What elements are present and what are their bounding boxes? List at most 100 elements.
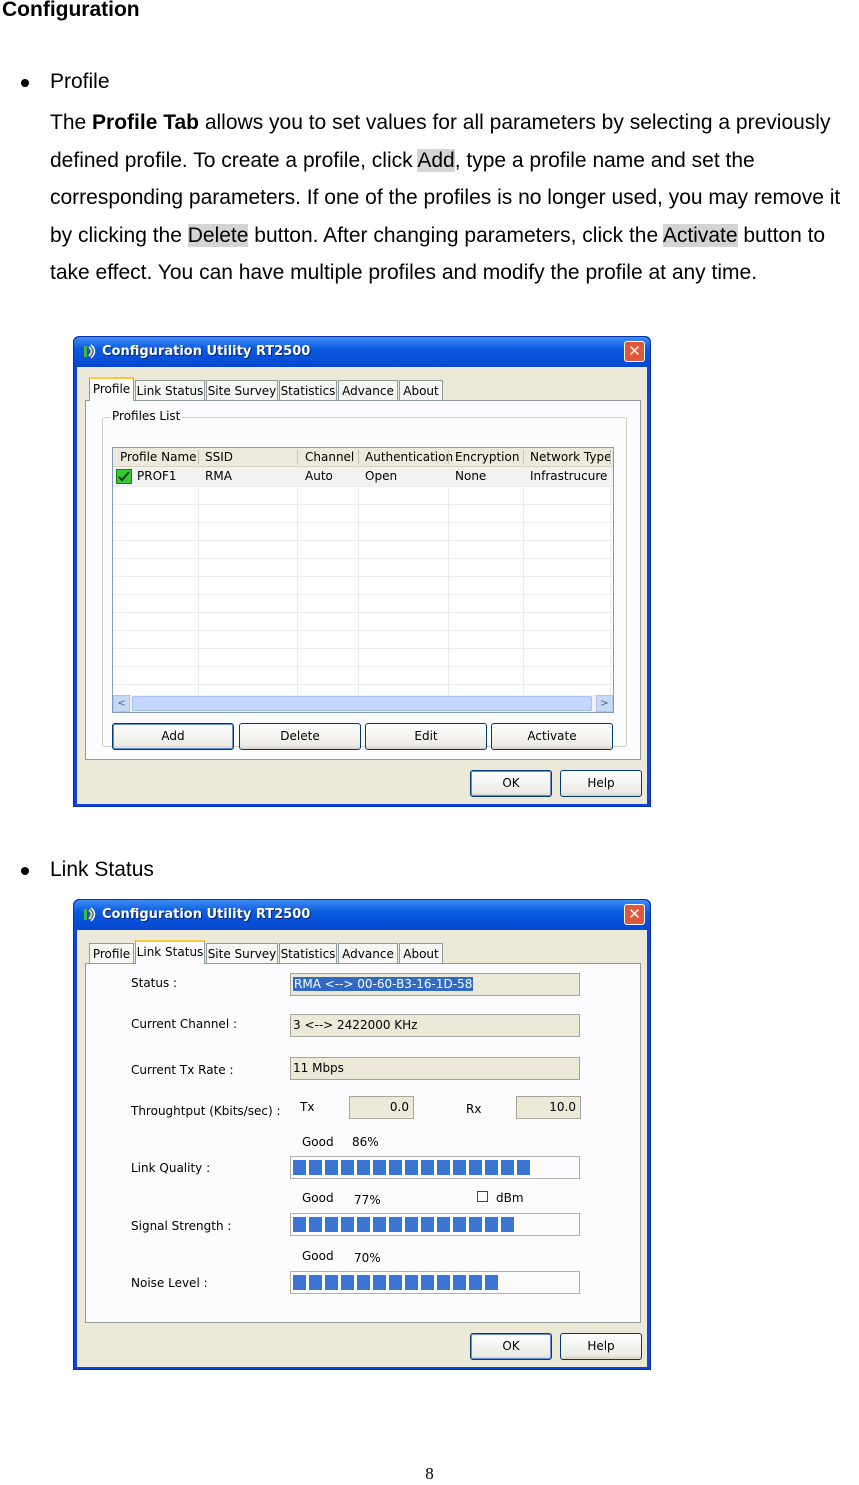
dbm-label: dBm — [496, 1191, 524, 1205]
current-tx-rate-label: Current Tx Rate : — [131, 1063, 234, 1077]
edit-button[interactable]: Edit — [365, 723, 487, 750]
add-button[interactable]: Add — [112, 723, 234, 750]
noise-level-label: Noise Level : — [131, 1276, 208, 1290]
link-quality-percent: 86% — [352, 1135, 379, 1149]
status-label: Status : — [131, 976, 178, 990]
dialog-client: Profile Link Status Site Survey Statisti… — [77, 930, 647, 1367]
col-encryption[interactable]: Encryption — [455, 450, 519, 464]
horizontal-scrollbar[interactable]: < > — [113, 695, 613, 712]
tab-about[interactable]: About — [399, 380, 443, 400]
highlight-add: Add — [417, 148, 455, 172]
wifi-app-icon — [84, 344, 96, 359]
noise-level-fill — [293, 1275, 498, 1290]
signal-strength-grade: Good — [302, 1191, 334, 1205]
tab-link-status[interactable]: Link Status — [135, 940, 205, 964]
signal-strength-label: Signal Strength : — [131, 1219, 232, 1233]
scroll-left-button[interactable]: < — [113, 695, 130, 712]
active-check-icon — [116, 469, 132, 484]
rx-value-field: 10.0 — [516, 1096, 581, 1119]
col-ssid[interactable]: SSID — [205, 450, 233, 464]
link-quality-bar — [290, 1156, 580, 1179]
noise-level-grade: Good — [302, 1249, 334, 1263]
tx-label: Tx — [300, 1100, 315, 1114]
dialog-client: Profile Link Status Site Survey Statisti… — [77, 367, 647, 804]
col-channel[interactable]: Channel — [305, 450, 354, 464]
tab-about[interactable]: About — [399, 943, 443, 963]
tab-site-survey[interactable]: Site Survey — [206, 943, 278, 963]
table-row[interactable]: PROF1 RMA Auto Open None Infrastrucure — [113, 467, 613, 486]
tab-site-survey[interactable]: Site Survey — [206, 380, 278, 400]
tx-value-field: 0.0 — [349, 1096, 414, 1119]
tab-statistics[interactable]: Statistics — [279, 380, 337, 400]
window-title: Configuration Utility RT2500 — [102, 907, 311, 922]
profiles-listview[interactable]: Profile Name SSID Channel Authentication… — [112, 447, 614, 713]
scroll-thumb[interactable] — [132, 696, 592, 711]
link-quality-grade: Good — [302, 1135, 334, 1149]
rx-label: Rx — [466, 1102, 482, 1116]
tab-advance[interactable]: Advance — [338, 380, 398, 400]
window-title: Configuration Utility RT2500 — [102, 344, 311, 359]
col-profile-name[interactable]: Profile Name — [120, 450, 197, 464]
bold-run: Profile Tab — [92, 111, 199, 134]
list-header: Profile Name SSID Channel Authentication… — [113, 448, 613, 467]
tab-link-status[interactable]: Link Status — [135, 380, 205, 400]
delete-button[interactable]: Delete — [239, 723, 361, 750]
wifi-app-icon — [84, 907, 96, 922]
status-field: RMA <--> 00-60-B3-16-1D-58 — [290, 973, 580, 996]
link-status-dialog: Configuration Utility RT2500 ✕ Profile L… — [73, 899, 651, 1370]
cell-network-type: Infrastrucure — [530, 469, 608, 483]
bullet-link-status: Link Status — [21, 858, 154, 882]
profile-description: The Profile Tab allows you to set values… — [50, 104, 859, 292]
col-authentication[interactable]: Authentication — [365, 450, 453, 464]
noise-level-percent: 70% — [354, 1251, 381, 1265]
profiles-list-group: Profiles List Profile Name SSID Channel … — [102, 409, 627, 750]
current-channel-label: Current Channel : — [131, 1017, 238, 1031]
throughput-label: Throughtput (Kbits/sec) : — [131, 1104, 281, 1118]
tab-advance[interactable]: Advance — [338, 943, 398, 963]
close-button[interactable]: ✕ — [624, 904, 645, 925]
dbm-checkbox[interactable] — [477, 1191, 488, 1202]
page-heading: Configuration — [2, 0, 140, 21]
status-value: RMA <--> 00-60-B3-16-1D-58 — [293, 977, 474, 991]
link-quality-label: Link Quality : — [131, 1161, 211, 1175]
page-number: 8 — [425, 1464, 434, 1483]
bullet-profile-label: Profile — [50, 70, 110, 93]
link-quality-fill — [293, 1160, 530, 1175]
profile-dialog: Configuration Utility RT2500 ✕ Profile L… — [73, 336, 651, 807]
tab-profile[interactable]: Profile — [89, 377, 134, 401]
bullet-link-status-label: Link Status — [50, 858, 154, 881]
group-label: Profiles List — [110, 409, 183, 423]
cell-encryption: None — [455, 469, 487, 483]
help-button[interactable]: Help — [560, 770, 642, 797]
text-run: button. After changing parameters, click… — [248, 223, 663, 247]
tab-panel-link-status: Status : RMA <--> 00-60-B3-16-1D-58 Curr… — [85, 963, 641, 1323]
highlight-activate: Activate — [662, 223, 738, 247]
col-network-type[interactable]: Network Type — [530, 450, 611, 464]
tab-statistics[interactable]: Statistics — [279, 943, 337, 963]
ok-button[interactable]: OK — [470, 1333, 552, 1360]
scroll-right-button[interactable]: > — [596, 695, 613, 712]
current-tx-rate-field: 11 Mbps — [290, 1057, 580, 1080]
tab-profile[interactable]: Profile — [89, 943, 134, 963]
title-bar[interactable]: Configuration Utility RT2500 ✕ — [74, 900, 650, 930]
cell-profile-name: PROF1 — [137, 469, 177, 483]
current-channel-field: 3 <--> 2422000 KHz — [290, 1014, 580, 1037]
highlight-delete: Delete — [187, 223, 249, 247]
bullet-profile: Profile — [21, 70, 110, 94]
cell-authentication: Open — [365, 469, 398, 483]
tab-panel-profile: Profiles List Profile Name SSID Channel … — [85, 400, 641, 760]
signal-strength-percent: 77% — [354, 1193, 381, 1207]
close-button[interactable]: ✕ — [624, 341, 645, 362]
bullet-dot — [21, 79, 29, 87]
cell-ssid: RMA — [205, 469, 232, 483]
bullet-dot — [21, 867, 29, 875]
activate-button[interactable]: Activate — [491, 723, 613, 750]
help-button[interactable]: Help — [560, 1333, 642, 1360]
title-bar[interactable]: Configuration Utility RT2500 ✕ — [74, 337, 650, 367]
signal-strength-fill — [293, 1217, 514, 1232]
ok-button[interactable]: OK — [470, 770, 552, 797]
cell-channel: Auto — [305, 469, 333, 483]
signal-strength-bar — [290, 1213, 580, 1236]
noise-level-bar — [290, 1271, 580, 1294]
text-run: The — [50, 111, 93, 134]
